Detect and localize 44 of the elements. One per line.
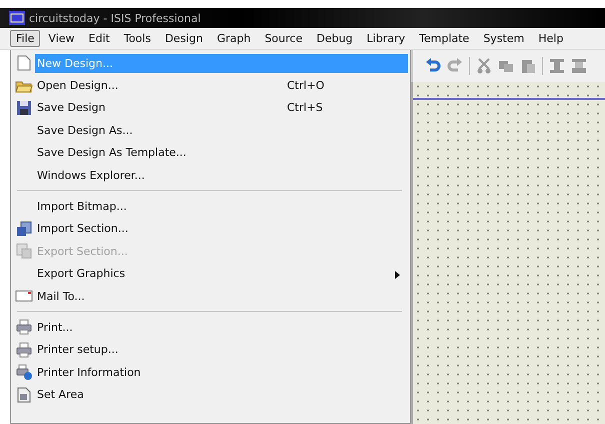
menu-item[interactable]: Library [360,30,412,47]
menu-item[interactable]: View [42,30,81,47]
menu-option[interactable]: Print... [35,318,408,337]
undo-icon[interactable] [425,58,441,74]
menu-item[interactable]: Graph [210,30,257,47]
window-title: circuitstoday - ISIS Professional [29,12,201,24]
menu-item[interactable]: Source [258,30,308,47]
paste-icon[interactable] [520,58,536,74]
copy-icon[interactable] [498,58,514,74]
export-icon [16,243,32,260]
menu-option[interactable]: Printer setup... [35,340,408,360]
document-icon [17,386,31,403]
shortcut-text: Ctrl+S [287,101,323,114]
menu-item[interactable]: Edit [82,30,116,47]
printer-icon [16,319,32,336]
cut-icon[interactable] [476,58,492,74]
menu-item[interactable]: Help [532,30,570,47]
menu-option[interactable]: Mail To... [35,286,408,306]
menu-item[interactable]: Template [413,30,476,47]
redo-icon[interactable] [447,58,463,74]
menu-item[interactable]: File [10,30,40,47]
menu-item[interactable]: Design [158,30,209,47]
menu-option[interactable]: Open Design... [35,76,287,96]
menu-option[interactable]: Import Bitmap... [35,197,408,216]
import-icon [16,220,32,237]
menu-item[interactable]: Tools [118,30,157,47]
shortcut-text: Ctrl+O [287,79,324,92]
menu-option[interactable]: Save Design As Template... [35,143,408,162]
menu-option[interactable]: Set Area [35,385,408,404]
menu-option[interactable]: Windows Explorer... [35,166,408,185]
printer-info-icon [16,364,32,380]
design-canvas[interactable] [411,82,605,424]
menu-option[interactable]: Printer Information [35,362,408,382]
printer-icon [16,342,32,358]
menu-option[interactable]: Save Design [35,98,287,118]
document-icon [17,55,31,72]
app-icon [9,11,25,25]
menu-option[interactable]: Import Section... [35,219,408,238]
menu-option[interactable]: Export Graphics [35,264,408,284]
envelope-icon [15,289,33,304]
menu-item[interactable]: System [477,30,530,47]
folder-icon [15,78,33,93]
menu-option[interactable]: Save Design As... [35,120,408,140]
menu-item[interactable]: Debug [310,30,359,47]
